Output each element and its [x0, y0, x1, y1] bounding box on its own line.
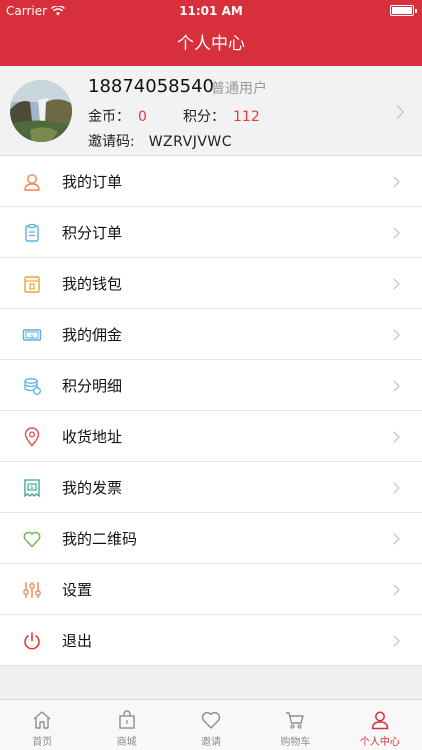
tab-label: 商城: [116, 737, 137, 748]
status-bar: Carrier 11:01 AM: [0, 0, 422, 22]
points-value: 112: [233, 109, 260, 125]
tab-home[interactable]: 首页: [0, 700, 84, 750]
chevron-right-icon: [388, 533, 400, 545]
wallet-icon: [24, 276, 40, 293]
menu-item-label: 设置: [62, 581, 93, 599]
invite-code-row: 邀请码: WZRVJVWC: [88, 131, 232, 151]
sliders-icon: [23, 582, 41, 598]
menu-list: 我的订单 积分订单 我的钱包 $ 我的佣金 积分明细 收货地址 $ 我的发票 我…: [0, 156, 422, 666]
points-label: 积分：: [183, 109, 225, 125]
tab-label: 购物车: [280, 737, 311, 748]
shopping-bag-icon: [118, 710, 135, 729]
user-icon: [24, 174, 40, 191]
coins-label: 金币：: [88, 109, 130, 125]
power-icon: [24, 632, 40, 650]
menu-item-label: 收货地址: [62, 428, 123, 446]
menu-item-invoice[interactable]: $ 我的发票: [0, 462, 422, 513]
menu-item-points-detail[interactable]: 积分明细: [0, 360, 422, 411]
menu-item-label: 我的订单: [62, 173, 123, 191]
money-icon: $: [22, 329, 42, 341]
clipboard-icon: [25, 223, 39, 242]
heart-icon: [201, 711, 221, 729]
cart-icon: [286, 712, 305, 729]
tab-label: 个人中心: [359, 737, 400, 748]
home-icon: [33, 711, 51, 729]
menu-item-settings[interactable]: 设置: [0, 564, 422, 615]
invite-code: WZRVJVWC: [148, 134, 233, 150]
chevron-right-icon: [388, 584, 400, 596]
menu-item-label: 退出: [62, 632, 93, 650]
tab-cart[interactable]: 购物车: [253, 700, 337, 750]
chevron-right-icon: [389, 104, 405, 120]
chevron-right-icon: [388, 482, 400, 494]
coins-icon: [24, 378, 41, 395]
avatar-image: [10, 80, 72, 142]
menu-item-logout[interactable]: 退出: [0, 615, 422, 666]
chevron-right-icon: [388, 278, 400, 290]
chevron-right-icon: [388, 176, 400, 188]
user-phone: 18874058540: [88, 76, 214, 97]
invoice-icon: $: [24, 479, 40, 498]
tab-bar: 首页 商城 邀请 购物车 个人中心: [0, 699, 422, 750]
tab-invite[interactable]: 邀请: [169, 700, 253, 750]
menu-item-my-orders[interactable]: 我的订单: [0, 156, 422, 207]
points-stat: 积分： 112: [183, 106, 260, 126]
location-pin-icon: [24, 427, 40, 447]
menu-item-label: 我的佣金: [62, 326, 123, 344]
user-type: 普通用户: [211, 81, 267, 97]
chevron-right-icon: [388, 227, 400, 239]
coins-value: 0: [138, 109, 147, 125]
svg-text:$: $: [30, 485, 33, 491]
menu-item-label: 我的二维码: [62, 530, 138, 548]
tab-mall[interactable]: 商城: [84, 700, 168, 750]
profile-card[interactable]: 18874058540 普通用户 金币： 0 积分： 112 邀请码: WZRVJVW…: [0, 66, 422, 156]
menu-item-label: 积分订单: [62, 224, 123, 242]
menu-item-wallet[interactable]: 我的钱包: [0, 258, 422, 309]
menu-item-qr-code[interactable]: 我的二维码: [0, 513, 422, 564]
chevron-right-icon: [388, 431, 400, 443]
tab-profile[interactable]: 个人中心: [338, 700, 422, 750]
heart-icon: [23, 531, 41, 548]
page-title: 个人中心: [177, 34, 245, 54]
avatar[interactable]: [10, 80, 72, 142]
tab-label: 邀请: [201, 737, 222, 748]
menu-item-label: 我的钱包: [62, 275, 123, 293]
tab-label: 首页: [32, 737, 53, 748]
chevron-right-icon: [388, 635, 400, 647]
menu-item-commission[interactable]: $ 我的佣金: [0, 309, 422, 360]
battery-icon: [390, 5, 417, 16]
chevron-right-icon: [388, 329, 400, 341]
invite-label: 邀请码:: [88, 134, 135, 150]
svg-text:$: $: [30, 333, 34, 339]
menu-item-shipping-address[interactable]: 收货地址: [0, 411, 422, 462]
nav-bar: 个人中心: [0, 22, 422, 66]
menu-item-label: 积分明细: [62, 377, 123, 395]
person-icon: [371, 711, 389, 730]
chevron-right-icon: [388, 380, 400, 392]
clock: 11:01 AM: [179, 4, 243, 18]
coins-stat: 金币： 0: [88, 106, 147, 126]
menu-item-label: 我的发票: [62, 479, 123, 497]
menu-item-points-orders[interactable]: 积分订单: [0, 207, 422, 258]
